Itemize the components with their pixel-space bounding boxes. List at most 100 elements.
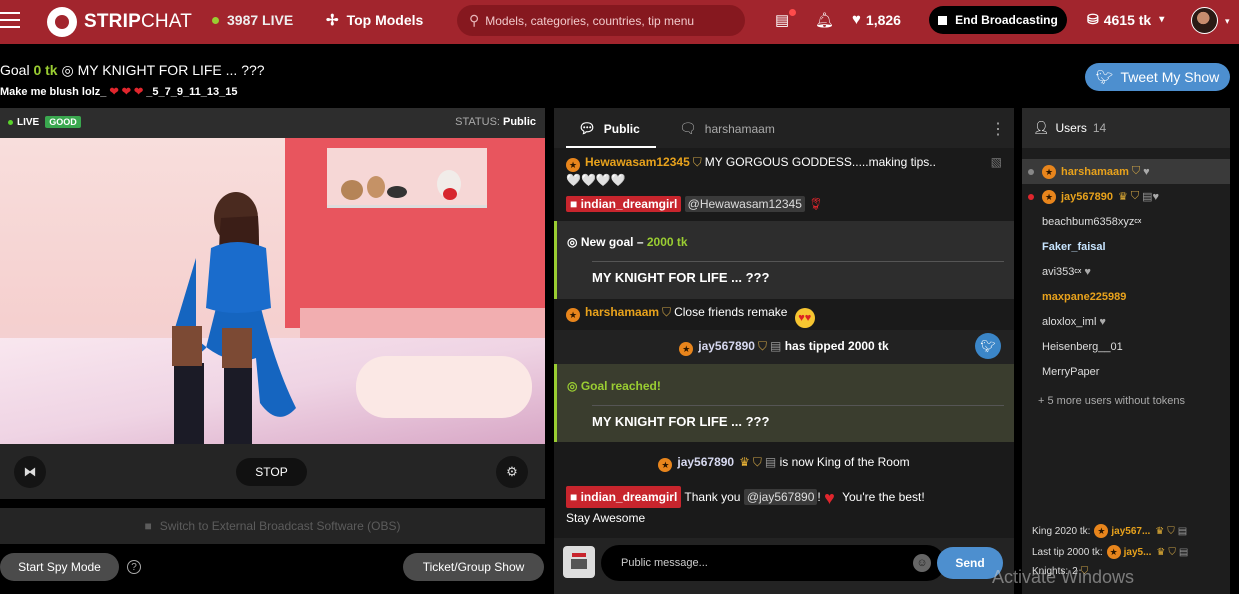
last-tip-info: Last tip 2000 tk: ★ jay5... ♛ ⛉ ▤ [1032, 545, 1188, 559]
mirror-icon: ⧓ [23, 464, 37, 479]
live-count-link[interactable]: 3987 LIVE [212, 12, 293, 28]
search-box[interactable]: ⚲ [457, 5, 745, 36]
chat-username[interactable]: harshamaam [585, 305, 659, 319]
heart-icon: ♥ [1099, 315, 1106, 328]
help-icon[interactable]: ? [127, 560, 141, 574]
king-notification: ★ jay567890 ♛ ⛉ ▤ is now King of the Room [554, 452, 1014, 474]
chat-mention[interactable]: @Hewawasam12345 [684, 196, 805, 212]
user-icon: 👤︎ [1033, 120, 1050, 135]
avatar-chevron-down-icon[interactable]: ▾ [1225, 16, 1230, 27]
user-row[interactable]: ★ jay567890 ♛ ⛉ ▤ ♥ [1022, 184, 1230, 209]
ticket-group-show-button[interactable]: Ticket/Group Show [403, 553, 544, 581]
emoji-picker-icon[interactable]: ☺ [913, 554, 931, 572]
chat-text: MY GORGOUS GODDESS.....making tips.. [704, 155, 936, 169]
chat-mention[interactable]: @jay567890 [743, 489, 818, 505]
user-row[interactable]: ★ harshamaam ⛉ ♥ [1022, 159, 1230, 184]
token-balance-menu[interactable]: ⛁ 4615 tk ▾ [1087, 11, 1164, 28]
chat-options-icon[interactable]: ⋮ [990, 119, 1006, 139]
user-name: harshamaam [1061, 165, 1129, 178]
chat-message-input[interactable] [601, 545, 945, 581]
twitter-bird-icon: 🐦︎ [980, 339, 996, 353]
video-settings-button[interactable]: ⚙ [496, 456, 528, 488]
hearts-count: 1,826 [865, 11, 901, 28]
tab-private-label: harshamaam [704, 121, 775, 136]
favorites-link[interactable]: ♥ 1,826 [852, 11, 901, 28]
users-header: 👤︎ Users 14 [1022, 108, 1230, 148]
tweet-my-show-button[interactable]: 🐦︎ Tweet My Show [1085, 63, 1230, 91]
star-badge-icon: ★ [1042, 189, 1056, 204]
connection-quality-badge: GOOD [45, 116, 81, 128]
top-models-link[interactable]: ✢ Top Models [326, 11, 423, 29]
tab-public-label: Public [603, 121, 640, 136]
user-row[interactable]: Heisenberg__01 [1022, 334, 1230, 359]
menu-icon[interactable] [0, 12, 20, 28]
user-name: maxpane225989 [1042, 290, 1127, 303]
shield-icon: ⛉ [757, 339, 767, 353]
start-spy-mode-button[interactable]: Start Spy Mode [0, 553, 119, 581]
last-tip-label: Last tip 2000 tk: [1032, 546, 1103, 558]
messages-notification-dot [789, 9, 796, 16]
heart-icon: ♥ [824, 488, 835, 508]
flip-camera-button[interactable]: ⧓ [14, 456, 46, 488]
rose-icon: 🌹︎ [808, 197, 824, 211]
user-name: MerryPaper [1042, 365, 1100, 378]
note-icon: ▤ [1178, 546, 1189, 558]
chevron-down-icon: ▾ [1159, 14, 1165, 25]
wall-stripe [300, 308, 545, 338]
user-name: Heisenberg__01 [1042, 340, 1123, 353]
chat-text: Thank you [684, 490, 741, 504]
tab-public-chat[interactable]: 💬︎ Public [578, 120, 640, 137]
chat-text: Close friends remake [674, 305, 788, 319]
tweet-tip-button[interactable]: 🐦︎ [975, 333, 1001, 359]
heart-eyes-emoji-icon: ♥♥ [794, 308, 815, 328]
last-tip-user[interactable]: jay5... [1124, 547, 1152, 558]
user-avatar[interactable] [1191, 7, 1218, 34]
heart-icon: ❤ [134, 86, 144, 98]
video-camera-icon: ■ [570, 197, 578, 211]
users-count: 14 [1092, 121, 1107, 135]
king-text: is now King of the Room [779, 455, 910, 469]
user-row[interactable]: MerryPaper [1022, 359, 1230, 384]
messages-icon[interactable]: ▤ [775, 11, 789, 29]
user-row[interactable]: aloxlox_iml ♥ [1022, 309, 1230, 334]
stop-button[interactable]: STOP [236, 458, 307, 486]
tip-menu-button[interactable] [563, 546, 595, 578]
chat-username[interactable]: jay567890 [698, 339, 755, 353]
top-navigation-bar: STRIPCHAT 3987 LIVE ✢ Top Models ⚲ ▤ 🔔︎ … [0, 0, 1239, 44]
broadcaster-tag[interactable]: ■ indian_dreamgirl [566, 196, 682, 212]
heart-icon: ❤ [109, 86, 119, 98]
chat-username: indian_dreamgirl [580, 197, 678, 211]
chat-username[interactable]: jay567890 [677, 455, 734, 469]
brand-name-bold: STRIP [84, 11, 141, 32]
top-models-label: Top Models [346, 12, 424, 28]
heart-plush-toy [443, 188, 457, 200]
webcam-video-feed[interactable] [0, 138, 545, 444]
notifications-bell-icon[interactable]: 🔔︎ [815, 11, 834, 29]
king-user[interactable]: jay567... [1111, 526, 1150, 537]
user-row[interactable]: maxpane225989 [1022, 284, 1230, 309]
user-row[interactable]: Faker_faisal [1022, 234, 1230, 259]
star-badge-icon: ★ [1094, 524, 1109, 538]
goal-reached-title: MY KNIGHT FOR LIFE ... ??? [592, 414, 770, 429]
goal-subtitle-start: Make me blush lolz_ [0, 86, 107, 98]
search-input[interactable] [485, 13, 736, 28]
goal-target-icon: ◎ [567, 235, 578, 249]
more-users-note: + 5 more users without tokens [1038, 395, 1186, 407]
brand-logo[interactable]: STRIPCHAT [47, 7, 192, 37]
end-broadcasting-button[interactable]: End Broadcasting [929, 6, 1067, 34]
status-dot-icon [1028, 193, 1034, 200]
live-dot-icon [8, 119, 13, 125]
translate-icon[interactable]: ▧ [991, 154, 1002, 170]
chat-username[interactable]: Hewawasam12345 [585, 155, 690, 169]
user-row[interactable]: avi353 cx ♥ [1022, 259, 1230, 284]
broadcaster-tag[interactable]: ■ indian_dreamgirl [566, 486, 682, 508]
switch-to-obs-button[interactable]: ■ Switch to External Broadcast Software … [0, 508, 545, 544]
divider [592, 405, 1004, 406]
wall-shelf [327, 148, 487, 208]
user-row[interactable]: beachbum6358xyz cx [1022, 209, 1230, 234]
chat-bubbles-icon: 🗨︎ [679, 120, 697, 136]
tab-private-chat[interactable]: 🗨︎ harshamaam [679, 120, 775, 137]
live-indicator: LIVE GOOD [8, 116, 81, 128]
status-label: STATUS: [455, 116, 500, 128]
live-count-label: 3987 LIVE [227, 12, 294, 28]
